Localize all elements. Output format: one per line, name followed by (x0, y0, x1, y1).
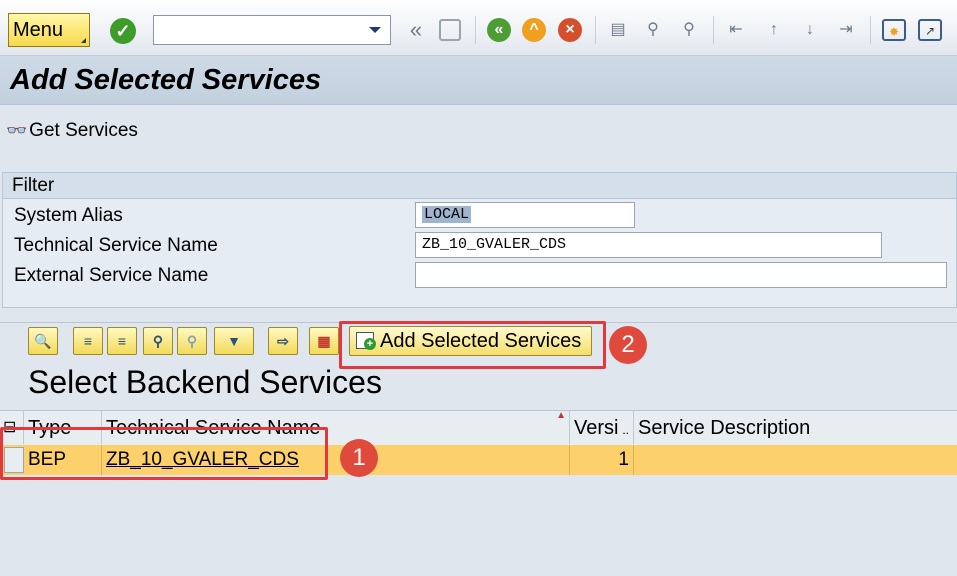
section-title: Select Backend Services (28, 364, 382, 400)
filter-header (2, 172, 957, 199)
first-page-icon[interactable]: ⇤ (724, 18, 748, 42)
find-icon[interactable]: ⚲ (641, 18, 665, 42)
filter-icon[interactable]: ▼ (214, 327, 254, 355)
technical-service-name-field[interactable]: ZB_10_GVALER_CDS (415, 232, 882, 258)
menu-button[interactable]: Menu (8, 13, 90, 47)
external-service-name-label: External Service Name (14, 265, 209, 286)
exit-icon[interactable]: ^ (522, 18, 546, 42)
toolbar-separator (475, 16, 476, 44)
menu-label: Menu (13, 19, 64, 41)
highlight-box-1 (0, 427, 328, 480)
system-alias-field[interactable]: LOCAL (415, 202, 635, 228)
sort-indicator-icon: ▲ (556, 410, 566, 421)
previous-page-icon[interactable]: ↑ (762, 18, 786, 42)
column-header-service-description[interactable]: Service Description (634, 410, 957, 444)
step-badge-1: 1 (340, 439, 378, 477)
back-icon[interactable]: « (487, 18, 511, 42)
print-icon[interactable]: ▤ (606, 18, 630, 42)
shortcut-icon[interactable]: ↗ (918, 19, 942, 41)
menu-corner-indicator (81, 38, 86, 43)
sort-descending-icon[interactable]: ≡ (107, 327, 137, 355)
find-next-icon[interactable]: ⚲ (177, 327, 207, 355)
column-header-version[interactable]: Versi .. (570, 410, 634, 444)
new-session-icon[interactable]: ✸ (882, 19, 906, 41)
page-title: Add Selected Services (10, 64, 322, 96)
toolbar-separator (595, 16, 596, 44)
next-page-icon[interactable]: ↓ (798, 18, 822, 42)
cell-version: 1 (570, 445, 634, 475)
truncated-icon: .. (622, 423, 629, 437)
layout-grid-icon[interactable]: ▦ (309, 327, 339, 355)
toolbar-separator (713, 16, 714, 44)
highlight-box-2 (339, 321, 606, 369)
back-double-icon[interactable]: « (404, 18, 428, 42)
command-input[interactable] (154, 16, 367, 42)
last-page-icon[interactable]: ⇥ (834, 18, 858, 42)
cell-service-description (634, 445, 957, 475)
column-header-version-label: Versi (574, 417, 619, 439)
ok-icon[interactable]: ✓ (110, 18, 136, 44)
technical-service-name-label: Technical Service Name (14, 235, 218, 256)
toolbar-separator (870, 16, 871, 44)
filter-title: Filter (12, 175, 55, 196)
details-icon[interactable]: 🔍 (28, 327, 58, 355)
step-badge-2: 2 (609, 326, 647, 364)
system-alias-label: System Alias (14, 205, 123, 226)
command-field[interactable] (153, 15, 391, 45)
chevron-down-icon[interactable] (369, 27, 381, 33)
find-next-icon[interactable]: ⚲ (677, 18, 701, 42)
external-service-name-field[interactable] (415, 262, 947, 288)
save-icon[interactable] (439, 19, 461, 41)
sort-ascending-icon[interactable]: ≡ (73, 327, 103, 355)
cancel-icon[interactable]: × (558, 18, 582, 42)
get-services-button[interactable]: 👓 Get Services (6, 120, 138, 142)
export-icon[interactable]: ⇨ (268, 327, 298, 355)
find-icon[interactable]: ⚲ (143, 327, 173, 355)
system-alias-value: LOCAL (422, 206, 472, 223)
get-services-label: Get Services (29, 120, 138, 141)
glasses-icon: 👓 (6, 121, 28, 140)
